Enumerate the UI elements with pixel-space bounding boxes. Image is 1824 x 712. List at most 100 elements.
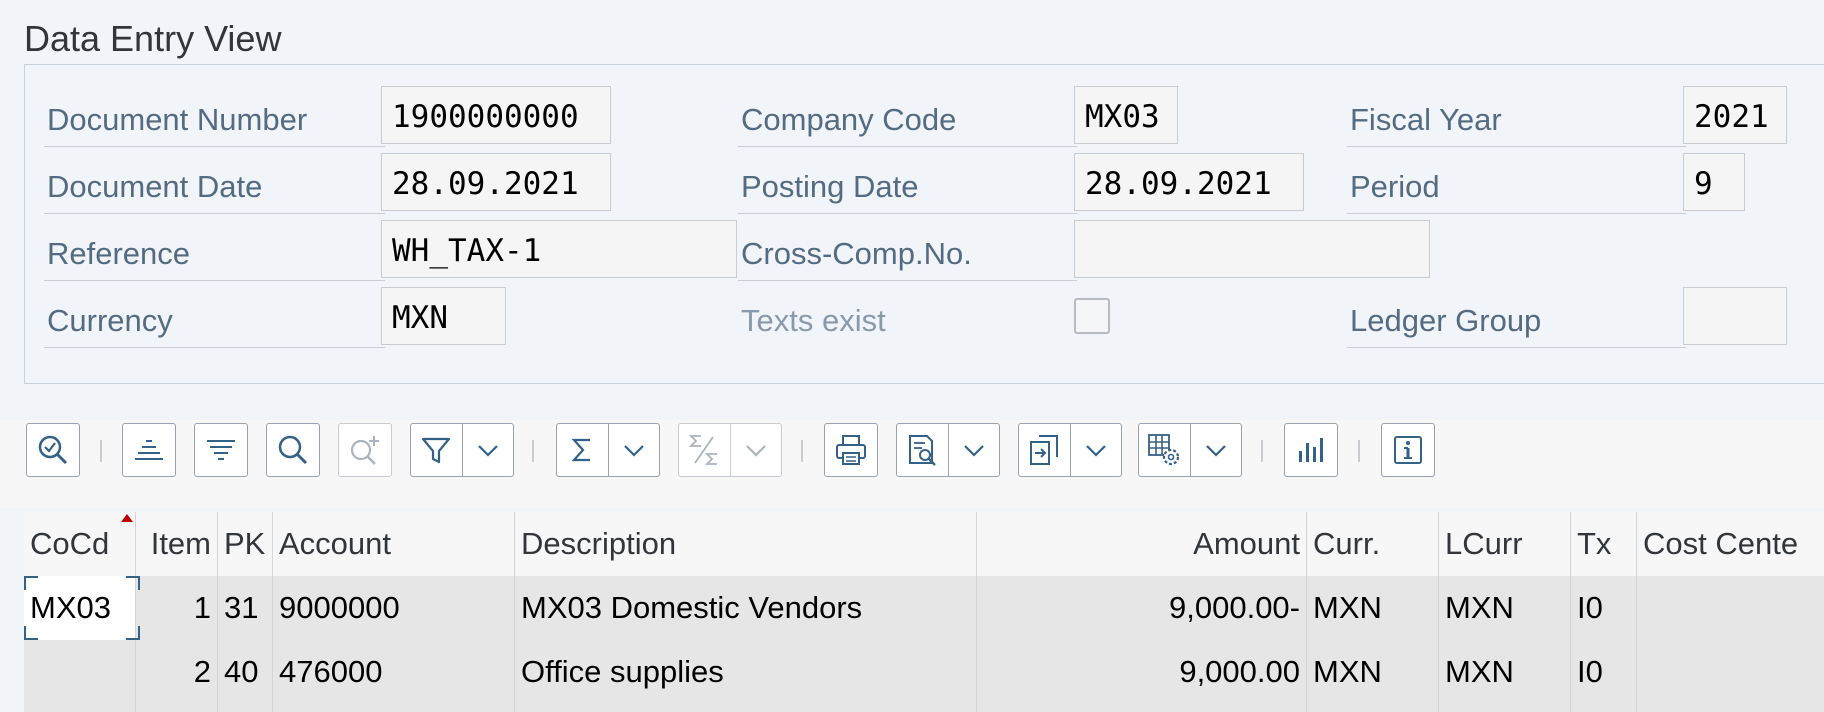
export-dropdown[interactable]	[1069, 424, 1122, 476]
texts-exist-checkbox[interactable]	[1074, 298, 1110, 334]
column-header-curr[interactable]: Curr.	[1307, 512, 1439, 576]
sort-marker-icon	[121, 514, 133, 522]
cell-account[interactable]: 476000	[273, 640, 515, 712]
document-number-field[interactable]: 1900000000	[381, 86, 611, 144]
sort-ascending-button[interactable]	[122, 423, 176, 477]
details-button[interactable]	[26, 423, 80, 477]
ledger-group-label: Ledger Group	[1347, 287, 1686, 348]
total-dropdown[interactable]	[607, 424, 660, 476]
cell-amount[interactable]: 9,000.00	[977, 640, 1307, 712]
table-header-row: CoCd Item PK Account Description Amount …	[24, 512, 1824, 576]
column-header-amount[interactable]: Amount	[977, 512, 1307, 576]
sort-ascending-icon	[135, 440, 163, 460]
column-header-description[interactable]: Description	[515, 512, 977, 576]
views-button[interactable]	[896, 423, 1000, 477]
find-next-button[interactable]	[338, 423, 392, 477]
ledger-group-field[interactable]	[1683, 287, 1787, 345]
cell-cost-center[interactable]	[1637, 640, 1824, 712]
filter-main[interactable]	[411, 424, 462, 476]
cell-description[interactable]: MX03 Domestic Vendors	[515, 576, 977, 640]
cell-cocd[interactable]	[24, 640, 136, 712]
currency-label: Currency	[44, 287, 385, 348]
print-preview-button[interactable]	[824, 423, 878, 477]
subtotal-main[interactable]	[679, 424, 730, 476]
cross-comp-no-field[interactable]	[1074, 220, 1430, 278]
reference-field[interactable]: WH_TAX-1	[381, 220, 737, 278]
cell-tx[interactable]: I0	[1571, 640, 1637, 712]
cell-lcurr[interactable]: MXN	[1439, 576, 1571, 640]
toolbar-separator	[1261, 440, 1263, 462]
views-dropdown[interactable]	[947, 424, 1000, 476]
column-header-cocd[interactable]: CoCd	[24, 512, 136, 576]
layout-button[interactable]	[1138, 423, 1242, 477]
cross-comp-no-label: Cross-Comp.No.	[738, 220, 1077, 281]
posting-date-field[interactable]: 28.09.2021	[1074, 153, 1304, 211]
cell-tx[interactable]: I0	[1571, 576, 1637, 640]
period-label: Period	[1347, 153, 1686, 214]
printer-icon	[836, 435, 866, 465]
document-date-label: Document Date	[44, 153, 385, 214]
document-date-field[interactable]: 28.09.2021	[381, 153, 611, 211]
graphic-button[interactable]	[1284, 423, 1338, 477]
cell-lcurr[interactable]: MXN	[1439, 640, 1571, 712]
column-header-account[interactable]: Account	[273, 512, 515, 576]
grid-settings-icon	[1148, 434, 1180, 466]
chevron-down-icon	[623, 445, 644, 457]
report-view-icon	[909, 435, 937, 466]
column-header-tx[interactable]: Tx	[1571, 512, 1637, 576]
subtotal-dropdown[interactable]	[729, 424, 782, 476]
cell-cocd[interactable]: MX03	[24, 576, 136, 640]
search-icon	[278, 435, 308, 465]
export-main[interactable]	[1019, 424, 1070, 476]
column-header-item[interactable]: Item	[136, 512, 218, 576]
sigma-icon	[571, 438, 591, 462]
chevron-down-icon	[963, 445, 984, 457]
filter-button[interactable]	[410, 423, 514, 477]
cell-description[interactable]: Office supplies	[515, 640, 977, 712]
line-items-table: CoCd Item PK Account Description Amount …	[24, 512, 1824, 712]
reference-label: Reference	[44, 220, 385, 281]
texts-exist-label: Texts exist	[741, 303, 886, 338]
table-row[interactable]: MX03 1 31 9000000 MX03 Domestic Vendors …	[24, 576, 1824, 640]
posting-date-label: Posting Date	[738, 153, 1077, 214]
view-title: Data Entry View	[24, 18, 282, 59]
total-button[interactable]	[556, 423, 660, 477]
cell-curr[interactable]: MXN	[1307, 576, 1439, 640]
filter-dropdown[interactable]	[461, 424, 514, 476]
currency-field[interactable]: MXN	[381, 287, 506, 345]
cell-pk[interactable]: 40	[218, 640, 273, 712]
column-header-lcurr[interactable]: LCurr	[1439, 512, 1571, 576]
layout-dropdown[interactable]	[1189, 424, 1242, 476]
fiscal-year-field[interactable]: 2021	[1683, 86, 1787, 144]
cell-curr[interactable]: MXN	[1307, 640, 1439, 712]
toolbar-separator	[1358, 440, 1360, 462]
table-row[interactable]: 2 40 476000 Office supplies 9,000.00 MXN…	[24, 640, 1824, 712]
export-button[interactable]	[1018, 423, 1122, 477]
cell-item[interactable]: 2	[136, 640, 218, 712]
subtotal-button[interactable]	[678, 423, 782, 477]
alv-toolbar	[0, 420, 1824, 508]
chevron-down-icon	[745, 445, 766, 457]
cell-pk[interactable]: 31	[218, 576, 273, 640]
sort-descending-button[interactable]	[194, 423, 248, 477]
fiscal-year-label: Fiscal Year	[1347, 86, 1686, 147]
cell-cost-center[interactable]	[1637, 576, 1824, 640]
information-button[interactable]	[1381, 423, 1435, 477]
chevron-down-icon	[1085, 445, 1106, 457]
cell-amount[interactable]: 9,000.00-	[977, 576, 1307, 640]
chevron-down-icon	[1205, 445, 1226, 457]
total-main[interactable]	[557, 424, 608, 476]
filter-icon	[422, 437, 451, 464]
cell-account[interactable]: 9000000	[273, 576, 515, 640]
period-field[interactable]: 9	[1683, 153, 1745, 211]
column-header-cost-center[interactable]: Cost Cente	[1637, 512, 1824, 576]
views-main[interactable]	[897, 424, 948, 476]
toolbar-separator	[532, 440, 534, 462]
company-code-field[interactable]: MX03	[1074, 86, 1178, 144]
search-plus-icon	[350, 436, 379, 465]
layout-main[interactable]	[1139, 424, 1190, 476]
find-button[interactable]	[266, 423, 320, 477]
column-header-pk[interactable]: PK	[218, 512, 273, 576]
toolbar-separator	[100, 440, 102, 462]
cell-item[interactable]: 1	[136, 576, 218, 640]
